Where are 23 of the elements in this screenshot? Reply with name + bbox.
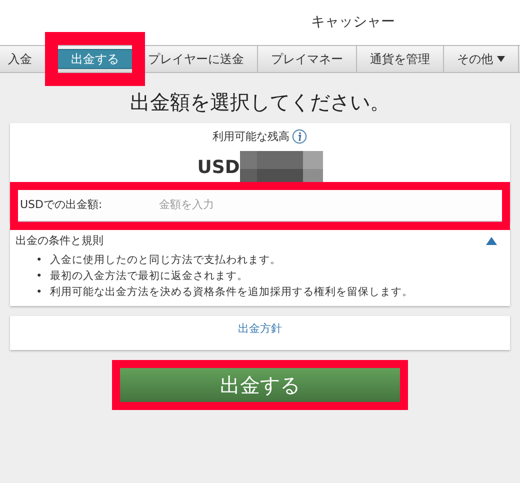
tab[interactable]: プレイヤーに送金 [135,46,258,72]
info-icon[interactable] [292,129,308,144]
tab[interactable]: その他 [444,46,519,72]
tab[interactable]: 通貨を管理 [357,46,444,72]
bullet: • [36,269,42,284]
terms-title: 出金の条件と規則 [16,233,104,249]
cashier-title: キャッシャー [311,13,395,32]
terms-item: 利用可能な出金方法を決める資格条件を追加採用する権利を留保します。 [50,285,414,300]
currency-label: USD [197,156,240,180]
tab[interactable]: プレイマネー [258,46,357,72]
withdraw-button[interactable]: 出金する [120,368,400,402]
field-label: USDでの出金額: [20,197,102,214]
bullet: • [36,253,42,268]
tab[interactable]: 入金 [0,46,55,72]
policy-link[interactable]: 出金方針 [238,322,282,336]
balance-label: 利用可能な残高 [212,128,290,144]
terms-item: 入金に使用したのと同じ方法で支払われます。 [50,253,282,268]
amount-field[interactable]: 金額を入力 [157,196,500,215]
page-heading: 出金額を選択してください。 [129,89,391,116]
bullet: • [36,285,42,300]
tab[interactable]: 出金する [57,49,133,69]
collapse-icon[interactable] [486,237,496,246]
terms-item: 最初の入金方法で最初に返金されます。 [50,269,248,284]
